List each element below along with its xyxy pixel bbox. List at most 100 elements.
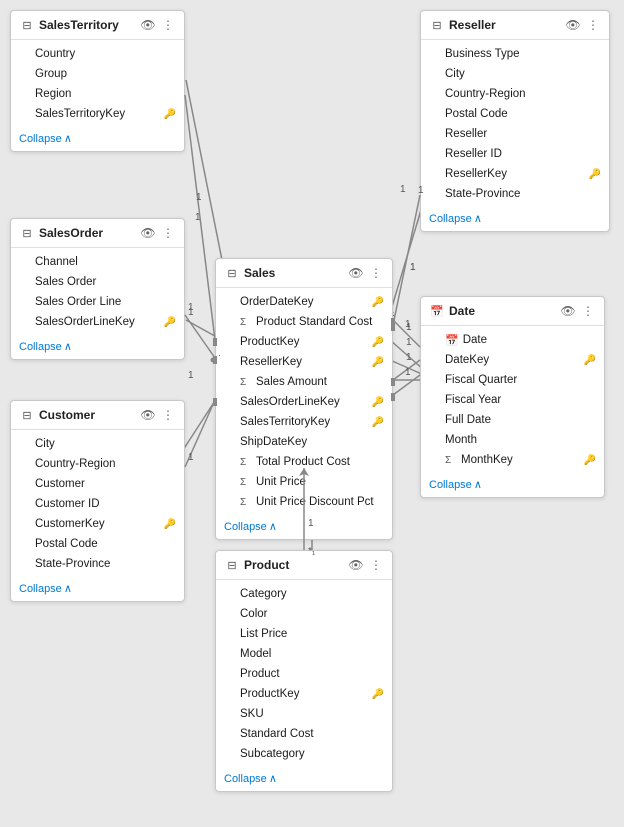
collapse-salesterritory[interactable]: Collapse ∧ bbox=[11, 128, 184, 151]
key-icon: 🔑 bbox=[372, 689, 384, 700]
field-row: Country-Region bbox=[11, 454, 184, 474]
fields-reseller: Business Type City Country-Region Postal… bbox=[421, 40, 609, 208]
field-row: Σ Product Standard Cost bbox=[216, 312, 392, 332]
table-title-salesterritory: SalesTerritory bbox=[39, 18, 136, 32]
table-date: 📅 Date 👁 ⋮ 📅 Date DateKey 🔑 Fiscal Quart… bbox=[420, 296, 605, 498]
table-title-reseller: Reseller bbox=[449, 18, 561, 32]
svg-text:1: 1 bbox=[400, 184, 406, 195]
field-row: ShipDateKey bbox=[216, 432, 392, 452]
svg-text:1: 1 bbox=[188, 307, 194, 318]
table-salesterritory: ⊟ SalesTerritory 👁 ⋮ Country Group Regio… bbox=[10, 10, 185, 152]
collapse-product[interactable]: Collapse ∧ bbox=[216, 768, 392, 791]
table-icon-product: ⊟ bbox=[224, 557, 240, 573]
svg-text:1: 1 bbox=[406, 352, 412, 363]
field-row: City bbox=[421, 64, 609, 84]
key-icon: 🔑 bbox=[372, 337, 384, 348]
svg-text:1: 1 bbox=[188, 302, 194, 313]
key-icon: 🔑 bbox=[372, 357, 384, 368]
field-row: Category bbox=[216, 584, 392, 604]
fields-sales: OrderDateKey 🔑 Σ Product Standard Cost P… bbox=[216, 288, 392, 516]
field-row: List Price bbox=[216, 624, 392, 644]
fields-customer: City Country-Region Customer Customer ID… bbox=[11, 430, 184, 578]
key-icon: 🔑 bbox=[372, 397, 384, 408]
field-row: Channel bbox=[11, 252, 184, 272]
field-row: Postal Code bbox=[421, 104, 609, 124]
more-icon-sales[interactable]: ⋮ bbox=[368, 265, 384, 281]
key-icon: 🔑 bbox=[584, 455, 596, 466]
table-icon-customer: ⊟ bbox=[19, 407, 35, 423]
field-row: Color bbox=[216, 604, 392, 624]
field-row: SalesOrderLineKey 🔑 bbox=[216, 392, 392, 412]
field-row: Month bbox=[421, 430, 604, 450]
collapse-sales[interactable]: Collapse ∧ bbox=[216, 516, 392, 539]
key-icon: 🔑 bbox=[164, 317, 176, 328]
svg-text:1: 1 bbox=[405, 319, 411, 330]
table-title-salesorder: SalesOrder bbox=[39, 226, 136, 240]
collapse-reseller[interactable]: Collapse ∧ bbox=[421, 208, 609, 231]
key-icon: 🔑 bbox=[164, 519, 176, 530]
table-icon-sales: ⊟ bbox=[224, 265, 240, 281]
field-row: Postal Code bbox=[11, 534, 184, 554]
more-icon-customer[interactable]: ⋮ bbox=[160, 407, 176, 423]
fields-salesterritory: Country Group Region SalesTerritoryKey 🔑 bbox=[11, 40, 184, 128]
field-row: Σ Unit Price Discount Pct bbox=[216, 492, 392, 512]
key-icon: 🔑 bbox=[372, 297, 384, 308]
field-row: Customer ID bbox=[11, 494, 184, 514]
table-icon-date: 📅 bbox=[429, 303, 445, 319]
visibility-icon-product[interactable]: 👁 bbox=[348, 557, 364, 573]
visibility-icon-customer[interactable]: 👁 bbox=[140, 407, 156, 423]
field-row: SalesTerritoryKey 🔑 bbox=[11, 104, 184, 124]
collapse-date[interactable]: Collapse ∧ bbox=[421, 474, 604, 497]
svg-text:1: 1 bbox=[410, 262, 416, 273]
field-row: ProductKey 🔑 bbox=[216, 684, 392, 704]
field-row: Σ Unit Price bbox=[216, 472, 392, 492]
collapse-customer[interactable]: Collapse ∧ bbox=[11, 578, 184, 601]
table-icon-salesterritory: ⊟ bbox=[19, 17, 35, 33]
svg-text:1: 1 bbox=[405, 367, 411, 378]
key-icon: 🔑 bbox=[372, 417, 384, 428]
field-row: ResellerKey 🔑 bbox=[421, 164, 609, 184]
field-row: ResellerKey 🔑 bbox=[216, 352, 392, 372]
visibility-icon-date[interactable]: 👁 bbox=[560, 303, 576, 319]
table-icon-salesorder: ⊟ bbox=[19, 225, 35, 241]
field-row: Customer bbox=[11, 474, 184, 494]
field-row: CustomerKey 🔑 bbox=[11, 514, 184, 534]
collapse-salesorder[interactable]: Collapse ∧ bbox=[11, 336, 184, 359]
more-icon-date[interactable]: ⋮ bbox=[580, 303, 596, 319]
field-row: Σ MonthKey 🔑 bbox=[421, 450, 604, 470]
more-icon-reseller[interactable]: ⋮ bbox=[585, 17, 601, 33]
fields-product: Category Color List Price Model Product … bbox=[216, 580, 392, 768]
more-icon-product[interactable]: ⋮ bbox=[368, 557, 384, 573]
table-icon-reseller: ⊟ bbox=[429, 17, 445, 33]
visibility-icon-reseller[interactable]: 👁 bbox=[565, 17, 581, 33]
svg-text:1: 1 bbox=[195, 212, 201, 223]
field-row: State-Province bbox=[11, 554, 184, 574]
field-row: City bbox=[11, 434, 184, 454]
field-row: State-Province bbox=[421, 184, 609, 204]
field-row: Group bbox=[11, 64, 184, 84]
field-row: Fiscal Quarter bbox=[421, 370, 604, 390]
visibility-icon-sales[interactable]: 👁 bbox=[348, 265, 364, 281]
field-row: Reseller bbox=[421, 124, 609, 144]
field-row: ProductKey 🔑 bbox=[216, 332, 392, 352]
field-row: Σ Sales Amount bbox=[216, 372, 392, 392]
fields-date: 📅 Date DateKey 🔑 Fiscal Quarter Fiscal Y… bbox=[421, 326, 604, 474]
field-row: Country bbox=[11, 44, 184, 64]
field-row: 📅 Date bbox=[421, 330, 604, 350]
field-row: Business Type bbox=[421, 44, 609, 64]
table-reseller: ⊟ Reseller 👁 ⋮ Business Type City Countr… bbox=[420, 10, 610, 232]
field-row: SalesTerritoryKey 🔑 bbox=[216, 412, 392, 432]
visibility-icon-salesorder[interactable]: 👁 bbox=[140, 225, 156, 241]
table-salesorder: ⊟ SalesOrder 👁 ⋮ Channel Sales Order Sal… bbox=[10, 218, 185, 360]
key-icon: 🔑 bbox=[584, 355, 596, 366]
table-customer: ⊟ Customer 👁 ⋮ City Country-Region Custo… bbox=[10, 400, 185, 602]
field-row: SalesOrderLineKey 🔑 bbox=[11, 312, 184, 332]
more-icon-salesterritory[interactable]: ⋮ bbox=[160, 17, 176, 33]
svg-text:1: 1 bbox=[406, 337, 412, 348]
more-icon-salesorder[interactable]: ⋮ bbox=[160, 225, 176, 241]
fields-salesorder: Channel Sales Order Sales Order Line Sal… bbox=[11, 248, 184, 336]
table-product: ⊟ Product 👁 ⋮ Category Color List Price … bbox=[215, 550, 393, 792]
field-row: Model bbox=[216, 644, 392, 664]
field-row: Sales Order Line bbox=[11, 292, 184, 312]
visibility-icon-salesterritory[interactable]: 👁 bbox=[140, 17, 156, 33]
